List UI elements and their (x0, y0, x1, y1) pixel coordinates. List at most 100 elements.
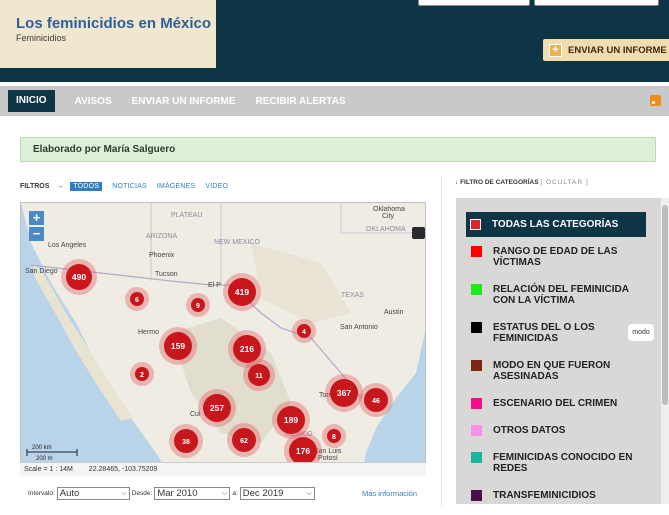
interval-label: Intervalo: (28, 490, 55, 497)
category-label: RANGO DE EDAD DE LAS VÍCTIMAS (493, 246, 618, 268)
category-transfeminicides[interactable]: TRANSFEMINICIDIOS (466, 490, 646, 501)
from-select[interactable]: Mar 2010 ⌵ (154, 487, 231, 500)
incident-map[interactable]: PLATEAU Oklahoma City OKLAHOMA Los Angeles Ph… (20, 202, 426, 476)
incident-cluster[interactable]: 490 (61, 259, 97, 295)
to-select[interactable]: Dec 2019 ⌵ (239, 487, 315, 500)
category-status[interactable]: ESTATUS DEL O LOS FEMINICIDAS (466, 322, 646, 344)
incident-cluster[interactable]: 8 (322, 424, 346, 448)
category-social-media[interactable]: FEMINICIDAS CONOCIDO EN REDES (466, 452, 646, 474)
nav-avisos[interactable]: AVISOS (75, 96, 112, 107)
incident-cluster[interactable]: 257 (198, 389, 236, 427)
incident-cluster[interactable]: 62 (227, 423, 261, 457)
map-place-label: Austin (384, 309, 404, 316)
category-label: TODAS LAS CATEGORÍAS (492, 219, 619, 230)
search-input[interactable] (418, 0, 530, 6)
cluster-count: 11 (255, 373, 263, 380)
cluster-count: 419 (235, 287, 249, 297)
map-place-label: Phoenix (149, 252, 175, 259)
nav-recibir-alertas[interactable]: RECIBIR ALERTAS (256, 96, 346, 107)
map-status-bar: Scale = 1 : 14M 22.28465, -103.75209 (20, 462, 426, 476)
rss-icon[interactable] (650, 95, 661, 106)
category-swatch (471, 425, 482, 436)
cluster-count: 189 (284, 415, 298, 425)
hide-categories-link[interactable]: [ OCULTAR ] (540, 179, 588, 186)
category-filter-header: ↓ FILTRO DE CATEGORÍAS [ OCULTAR ] (455, 179, 589, 186)
media-filters: FILTROS → TODOS NOTICIAS IMÁGENES VIDEO (20, 182, 238, 191)
cluster-count: 490 (72, 272, 86, 282)
zoom-in-button[interactable]: + (29, 211, 44, 225)
incident-cluster[interactable]: 2 (130, 362, 154, 386)
interval-select[interactable]: Auto ⌵ (56, 487, 130, 500)
map-place-label: City (382, 213, 395, 220)
pacific-ocean (21, 203, 170, 475)
category-swatch (471, 322, 482, 333)
map-place-label: Los Angeles (48, 242, 87, 249)
cluster-count: 9 (196, 303, 200, 310)
category-filter-title: FILTRO DE CATEGORÍAS (460, 179, 539, 186)
map-place-label: Tucson (155, 271, 178, 278)
filter-imagenes[interactable]: IMÁGENES (157, 183, 196, 190)
cluster-count: 257 (210, 403, 224, 413)
cluster-count: 8 (332, 434, 336, 441)
filter-noticias[interactable]: NOTICIAS (112, 183, 147, 190)
cluster-count: 159 (171, 341, 185, 351)
cluster-count: 216 (240, 344, 254, 354)
filter-video[interactable]: VIDEO (205, 183, 228, 190)
map-place-label: ARIZONA (146, 233, 177, 240)
filters-label: FILTROS (20, 183, 50, 190)
map-place-label: PLATEAU (171, 212, 202, 219)
cluster-count: 367 (337, 388, 351, 398)
site-title[interactable]: Los feminicidios en México (16, 15, 216, 32)
mode-button[interactable]: modo (628, 324, 654, 341)
category-swatch (471, 360, 482, 371)
category-label: FEMINICIDAS CONOCIDO EN REDES (493, 452, 633, 474)
incident-cluster[interactable]: 11 (243, 359, 275, 391)
incident-cluster[interactable]: 46 (359, 383, 393, 417)
incident-cluster[interactable]: 6 (125, 287, 149, 311)
category-crime-scene[interactable]: ESCENARIO DEL CRIMEN (466, 398, 646, 409)
category-age-range[interactable]: RANGO DE EDAD DE LAS VÍCTIMAS (466, 246, 646, 268)
category-scrollbar-thumb[interactable] (662, 205, 668, 405)
incident-cluster[interactable]: 4 (292, 319, 316, 343)
timeline-controls: Intervalo: Auto ⌵ Desde: Mar 2010 ⌵ a: D… (28, 487, 317, 500)
nav-inicio[interactable]: INICIO (8, 90, 55, 112)
send-report-button[interactable]: + ENVIAR UN INFORME (543, 39, 669, 61)
map-place-label: OKLAHOMA (366, 226, 406, 233)
arrow-right-icon: → (56, 183, 64, 190)
category-label: OTROS DATOS (493, 425, 566, 436)
cluster-count: 38 (182, 439, 190, 446)
map-place-label: Oklahoma (373, 206, 405, 213)
nav-enviar-informe[interactable]: ENVIAR UN INFORME (132, 96, 236, 107)
incident-cluster[interactable]: 419 (223, 273, 261, 311)
category-swatch (470, 219, 481, 230)
category-mode[interactable]: MODO EN QUE FUERON ASESINADAS (466, 360, 646, 382)
category-label: TRANSFEMINICIDIOS (493, 490, 596, 501)
incident-cluster[interactable]: 159 (159, 327, 197, 365)
category-swatch (471, 284, 482, 295)
map-place-label: NEW MEXICO (214, 239, 260, 246)
zoom-out-button[interactable]: − (29, 227, 44, 241)
map-place-label: San Antonio (340, 324, 378, 331)
category-other-data[interactable]: OTROS DATOS (466, 425, 646, 436)
send-report-label: ENVIAR UN INFORME (568, 44, 667, 56)
layers-icon[interactable] (412, 227, 425, 239)
scale-ratio: Scale = 1 : 14M (24, 466, 73, 473)
search-select[interactable] (534, 0, 659, 6)
incident-cluster[interactable]: 367 (325, 374, 363, 412)
category-relationship[interactable]: RELACIÓN DEL FEMINICIDA CON LA VÍCTIMA (466, 284, 646, 306)
category-swatch (471, 246, 482, 257)
incident-cluster[interactable]: 9 (186, 293, 210, 317)
from-label: Desde: (131, 490, 153, 497)
plus-icon: + (549, 43, 562, 57)
chevron-down-icon: ⌵ (306, 489, 312, 497)
chevron-down-icon: ⌵ (222, 489, 228, 497)
cluster-count: 176 (296, 446, 310, 456)
map-place-label: TEXAS (341, 292, 364, 299)
map-canvas[interactable]: PLATEAU OklahomaCity OKLAHOMA Los Angeles Ph… (21, 203, 426, 476)
category-panel: TODAS LAS CATEGORÍAS RANGO DE EDAD DE LA… (456, 198, 669, 504)
incident-cluster[interactable]: 38 (169, 424, 203, 458)
map-place-label: San Diego (25, 268, 58, 275)
filter-todos[interactable]: TODOS (70, 182, 103, 191)
category-all[interactable]: TODAS LAS CATEGORÍAS (466, 212, 646, 237)
more-info-link[interactable]: Más información (362, 489, 417, 498)
